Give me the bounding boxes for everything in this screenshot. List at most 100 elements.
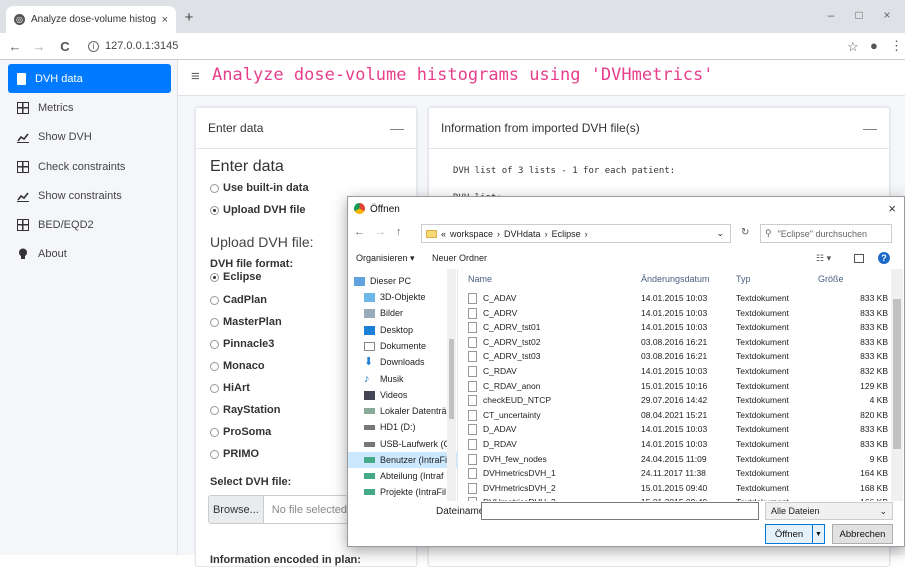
organize-button[interactable]: Organisieren ▾ (356, 253, 415, 264)
file-row[interactable]: CT_uncertainty 08.04.2021 15:21 Textdokume… (461, 408, 888, 423)
refresh-icon[interactable]: ↻ (741, 227, 749, 238)
filetype-select[interactable]: Alle Dateien ⌄ (765, 502, 893, 520)
dialog-close-icon[interactable]: × (888, 201, 896, 216)
back-icon[interactable]: ← (354, 226, 365, 238)
radio-upload-dvh[interactable]: Upload DVH file (210, 204, 306, 216)
breadcrumb[interactable]: « workspace › DVHdata › Eclipse › ⌄ (421, 224, 731, 243)
sidebar-item-dvh-data[interactable]: DVH data (8, 64, 171, 93)
bookmark-star-icon[interactable]: ☆ (847, 39, 859, 55)
radio-button[interactable] (210, 272, 219, 282)
preview-pane-icon[interactable] (854, 253, 864, 263)
chevron-down-icon[interactable]: ⌄ (716, 228, 724, 239)
file-row[interactable]: D_ADAV 14.01.2015 10:03 Textdokument 833 KB (461, 422, 888, 437)
new-folder-button[interactable]: Neuer Ordner (432, 253, 487, 263)
browse-button[interactable]: Browse... (209, 496, 264, 523)
sidebar-item-show-constraints[interactable]: Show constraints (8, 181, 171, 210)
file-row[interactable]: C_ADAV 14.01.2015 10:03 Textdokument 833 KB (461, 291, 888, 306)
help-icon[interactable]: ? (878, 252, 890, 264)
tab-close-icon[interactable]: × (162, 14, 168, 26)
file-row[interactable]: D_RDAV 14.01.2015 10:03 Textdokument 833 KB (461, 437, 888, 452)
breadcrumb-item[interactable]: DVHdata (504, 229, 541, 239)
maximize-icon[interactable]: □ (849, 8, 869, 22)
radio-format-eclipse[interactable]: Eclipse (210, 271, 262, 283)
tree-item-this-pc[interactable]: Dieser PC (354, 273, 454, 289)
tree-item-3d-objects[interactable]: 3D-Objekte (364, 289, 457, 305)
open-dropdown-icon[interactable]: ▼ (812, 525, 824, 543)
tree-item-local-disk[interactable]: Lokaler Datenträ (364, 403, 457, 419)
breadcrumb-item[interactable]: Eclipse (552, 229, 581, 239)
tree-item-documents[interactable]: Dokumente (364, 338, 457, 354)
breadcrumb-overflow[interactable]: « (441, 229, 446, 239)
radio-button[interactable] (210, 339, 219, 349)
file-row[interactable]: DVHmetricsDVH_3 15.01.2015 09:40 Textdokum… (461, 495, 888, 501)
file-row[interactable]: C_ADRV_tst03 03.08.2016 16:21 Textdokument… (461, 349, 888, 364)
radio-button[interactable] (210, 427, 219, 437)
profile-icon[interactable]: ● (870, 38, 878, 53)
file-row[interactable]: C_ADRV_tst02 03.08.2016 16:21 Textdokument… (461, 335, 888, 350)
radio-button[interactable] (210, 449, 219, 459)
info-icon[interactable]: i (88, 40, 99, 52)
column-header-name[interactable]: Name (468, 274, 492, 284)
window-close-icon[interactable]: × (877, 8, 897, 22)
tree-item-benutzer[interactable]: Benutzer (IntraFi (348, 452, 457, 468)
new-tab-button[interactable]: + (182, 9, 196, 26)
radio-button[interactable] (210, 205, 219, 215)
tree-item-videos[interactable]: Videos (364, 387, 457, 403)
sidebar-item-check-constraints[interactable]: Check constraints (8, 152, 171, 181)
file-list-scrollbar[interactable] (891, 269, 903, 501)
open-button[interactable]: Öffnen ▼ (765, 524, 825, 544)
collapse-icon[interactable]: — (390, 120, 404, 136)
minimize-icon[interactable]: – (821, 8, 841, 22)
sidebar-item-bed-eqd2[interactable]: BED/EQD2 (8, 210, 171, 239)
sidebar-item-metrics[interactable]: Metrics (8, 93, 171, 122)
column-header-size[interactable]: Größe (818, 274, 844, 284)
column-header-date[interactable]: Änderungsdatum (641, 274, 710, 284)
tree-item-abteilung[interactable]: Abteilung (Intraf (364, 468, 457, 484)
tree-item-music[interactable]: ♪ Musik (364, 371, 457, 387)
radio-button[interactable] (210, 295, 219, 305)
tree-item-hd1[interactable]: HD1 (D:) (364, 419, 457, 435)
back-icon[interactable]: ← (8, 39, 22, 54)
column-header-type[interactable]: Typ (736, 274, 751, 284)
radio-format-cadplan[interactable]: CadPlan (210, 294, 267, 306)
tree-item-desktop[interactable]: Desktop (364, 322, 457, 338)
filename-input[interactable] (481, 502, 759, 520)
file-row[interactable]: C_ADRV_tst01 14.01.2015 10:03 Textdokument… (461, 320, 888, 335)
file-row[interactable]: DVH_few_nodes 24.04.2015 11:09 Textdokumen… (461, 452, 888, 467)
radio-format-hiart[interactable]: HiArt (210, 382, 250, 394)
view-options-icon[interactable]: ☷ ▾ (816, 253, 831, 264)
radio-format-pinnacle3[interactable]: Pinnacle3 (210, 338, 274, 350)
file-row[interactable]: checkEUD_NTCP 29.07.2016 14:42 Textdokumen… (461, 393, 888, 408)
collapse-icon[interactable]: — (863, 120, 877, 136)
radio-button[interactable] (210, 383, 219, 393)
browser-menu-icon[interactable]: ⋮ (890, 38, 903, 54)
reload-icon[interactable]: C (58, 39, 72, 54)
tree-item-usb[interactable]: USB-Laufwerk (C (364, 436, 457, 452)
cancel-button[interactable]: Abbrechen (832, 524, 893, 544)
radio-button[interactable] (210, 183, 219, 193)
radio-use-built-in[interactable]: Use built-in data (210, 182, 309, 194)
url-field[interactable]: i 127.0.0.1:3145 (88, 40, 178, 52)
browser-tab[interactable]: ◎ Analyze dose-volume histograms using '… (6, 6, 176, 33)
radio-format-raystation[interactable]: RayStation (210, 404, 280, 416)
radio-button[interactable] (210, 317, 219, 327)
radio-format-primo[interactable]: PRIMO (210, 448, 259, 460)
tree-item-downloads[interactable]: ⬇ Downloads (364, 354, 457, 370)
file-row[interactable]: DVHmetricsDVH_2 15.01.2015 09:40 Textdokum… (461, 481, 888, 496)
file-row[interactable]: C_ADRV 14.01.2015 10:03 Textdokument 833 KB (461, 306, 888, 321)
tree-scrollbar[interactable] (447, 269, 456, 501)
radio-button[interactable] (210, 361, 219, 371)
forward-icon[interactable]: → (32, 39, 46, 54)
sidebar-item-show-dvh[interactable]: Show DVH (8, 122, 171, 151)
up-icon[interactable]: ↑ (396, 226, 402, 238)
radio-format-prosoma[interactable]: ProSoma (210, 426, 271, 438)
file-input[interactable]: Browse... No file selected (208, 495, 348, 524)
radio-format-masterplan[interactable]: MasterPlan (210, 316, 282, 328)
scrollbar-thumb[interactable] (893, 299, 901, 449)
tree-item-projekte[interactable]: Projekte (IntraFil (364, 484, 457, 500)
scrollbar-thumb[interactable] (449, 339, 454, 419)
file-row[interactable]: DVHmetricsDVH_1 24.11.2017 11:38 Textdokum… (461, 466, 888, 481)
search-input[interactable]: ⚲ "Eclipse" durchsuchen (760, 224, 892, 243)
file-row[interactable]: C_RDAV 14.01.2015 10:03 Textdokument 832 KB (461, 364, 888, 379)
hamburger-menu-icon[interactable]: ≡ (191, 68, 200, 85)
